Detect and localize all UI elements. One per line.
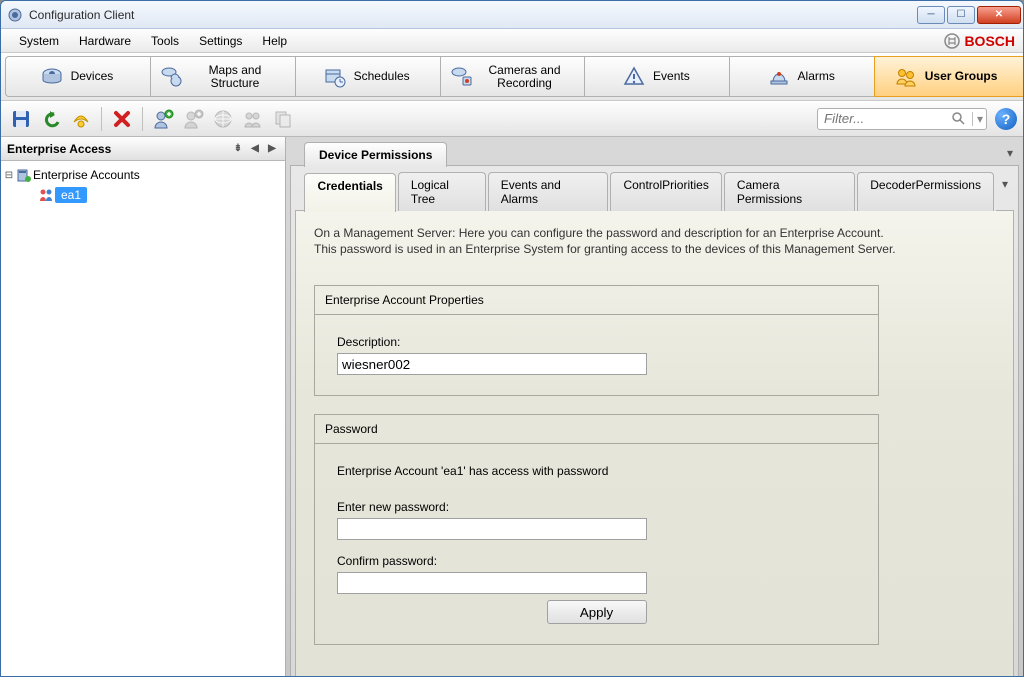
add-dualauth-button[interactable] xyxy=(239,105,267,133)
enter-password-input[interactable] xyxy=(337,518,647,540)
nav-events[interactable]: Events xyxy=(584,56,737,97)
tree: ⊟ Enterprise Accounts ea1 xyxy=(1,161,285,676)
description-label: Description: xyxy=(337,335,856,349)
menu-hardware[interactable]: Hardware xyxy=(69,31,141,51)
menu-tools[interactable]: Tools xyxy=(141,31,189,51)
activate-button[interactable] xyxy=(67,105,95,133)
nav-events-label: Events xyxy=(653,70,690,83)
outer-tabs: Device Permissions ▾ xyxy=(290,141,1019,166)
main-nav: Devices Maps and Structure Schedules Cam… xyxy=(1,53,1023,101)
apply-button[interactable]: Apply xyxy=(547,600,647,624)
nav-schedules-label: Schedules xyxy=(354,70,410,83)
menu-help[interactable]: Help xyxy=(252,31,297,51)
save-button[interactable] xyxy=(7,105,35,133)
description-input[interactable] xyxy=(337,353,647,375)
schedules-icon xyxy=(320,62,350,92)
toolbar: ▾ ? xyxy=(1,101,1023,137)
undo-button[interactable] xyxy=(37,105,65,133)
maps-icon xyxy=(159,62,185,92)
tree-item-ea1-label: ea1 xyxy=(55,187,87,203)
confirm-password-input[interactable] xyxy=(337,572,647,594)
tab-device-permissions[interactable]: Device Permissions xyxy=(304,142,447,167)
nav-usergroups-label: User Groups xyxy=(925,70,998,83)
filter-box: ▾ xyxy=(817,108,987,130)
minimize-button[interactable]: ─ xyxy=(917,6,945,24)
content-pane: On a Management Server: Here you can con… xyxy=(295,211,1014,676)
enter-password-label: Enter new password: xyxy=(337,500,856,514)
group-password-title: Password xyxy=(315,415,878,444)
nav-alarms-label: Alarms xyxy=(798,70,835,83)
group-password: Password Enterprise Account 'ea1' has ac… xyxy=(314,414,879,645)
tab-credentials[interactable]: Credentials xyxy=(304,173,395,212)
left-panel-header: Enterprise Access ⇟ ◀ ▶ xyxy=(1,137,285,161)
panel-pin-icon[interactable]: ⇟ xyxy=(231,143,245,154)
copy-button[interactable] xyxy=(269,105,297,133)
tree-root[interactable]: ⊟ Enterprise Accounts xyxy=(3,165,283,185)
help-button[interactable]: ? xyxy=(995,108,1017,130)
tab-events-alarms[interactable]: Events and Alarms xyxy=(488,172,609,211)
alarms-icon xyxy=(764,62,794,92)
close-button[interactable]: ✕ xyxy=(977,6,1021,24)
nav-devices-label: Devices xyxy=(71,70,114,83)
nav-maps-label: Maps and Structure xyxy=(189,64,281,90)
nav-cameras[interactable]: Cameras and Recording xyxy=(440,56,593,97)
nav-maps[interactable]: Maps and Structure xyxy=(150,56,303,97)
group-enterprise-properties-title: Enterprise Account Properties xyxy=(315,286,878,315)
users-icon xyxy=(37,187,55,203)
add-user-button[interactable] xyxy=(149,105,177,133)
menu-system[interactable]: System xyxy=(9,31,69,51)
delete-button[interactable] xyxy=(108,105,136,133)
menubar: System Hardware Tools Settings Help BOSC… xyxy=(1,29,1023,53)
tab-camera-permissions[interactable]: Camera Permissions xyxy=(724,172,855,211)
tab-control-priorities[interactable]: ControlPriorities xyxy=(610,172,721,211)
main-area: Enterprise Access ⇟ ◀ ▶ ⊟ Enterprise Acc… xyxy=(1,137,1023,676)
tab-logical-tree[interactable]: Logical Tree xyxy=(398,172,486,211)
inner-tabs: Credentials Logical Tree Events and Alar… xyxy=(295,172,1014,211)
nav-usergroups[interactable]: User Groups xyxy=(874,56,1024,97)
nav-cameras-label: Cameras and Recording xyxy=(479,64,571,90)
search-icon[interactable] xyxy=(952,112,965,125)
app-window: Configuration Client ─ ☐ ✕ System Hardwa… xyxy=(0,0,1024,677)
password-status: Enterprise Account 'ea1' has access with… xyxy=(337,464,856,478)
menu-settings[interactable]: Settings xyxy=(189,31,252,51)
brand-text: BOSCH xyxy=(964,33,1015,49)
outer-content: Credentials Logical Tree Events and Alar… xyxy=(290,166,1019,676)
filter-dropdown-icon[interactable]: ▾ xyxy=(972,112,983,126)
outer-tab-dropdown-icon[interactable]: ▾ xyxy=(1001,141,1019,166)
info-text: On a Management Server: Here you can con… xyxy=(314,225,995,257)
nav-alarms[interactable]: Alarms xyxy=(729,56,882,97)
app-icon xyxy=(7,7,23,23)
add-enterprise-button[interactable] xyxy=(209,105,237,133)
cameras-icon xyxy=(449,62,475,92)
confirm-password-label: Confirm password: xyxy=(337,554,856,568)
left-panel-title: Enterprise Access xyxy=(7,142,111,156)
collapse-icon[interactable]: ⊟ xyxy=(3,170,15,181)
devices-icon xyxy=(37,62,67,92)
right-panel: Device Permissions ▾ Credentials Logical… xyxy=(286,137,1023,676)
panel-next-icon[interactable]: ▶ xyxy=(265,143,279,154)
server-icon xyxy=(15,167,33,183)
left-panel: Enterprise Access ⇟ ◀ ▶ ⊟ Enterprise Acc… xyxy=(1,137,286,676)
nav-schedules[interactable]: Schedules xyxy=(295,56,448,97)
add-group-button[interactable] xyxy=(179,105,207,133)
group-enterprise-properties: Enterprise Account Properties Descriptio… xyxy=(314,285,879,396)
tree-item-ea1[interactable]: ea1 xyxy=(3,185,283,205)
tab-decoder-permissions[interactable]: DecoderPermissions xyxy=(857,172,994,211)
usergroups-icon xyxy=(891,62,921,92)
maximize-button[interactable]: ☐ xyxy=(947,6,975,24)
nav-devices[interactable]: Devices xyxy=(5,56,158,97)
inner-tab-dropdown-icon[interactable]: ▾ xyxy=(996,172,1014,211)
bosch-icon xyxy=(944,33,960,49)
titlebar: Configuration Client ─ ☐ ✕ xyxy=(1,1,1023,29)
tree-root-label: Enterprise Accounts xyxy=(33,168,140,182)
events-icon xyxy=(619,62,649,92)
window-title: Configuration Client xyxy=(29,8,915,22)
brand-logo: BOSCH xyxy=(944,33,1015,49)
panel-prev-icon[interactable]: ◀ xyxy=(248,143,262,154)
